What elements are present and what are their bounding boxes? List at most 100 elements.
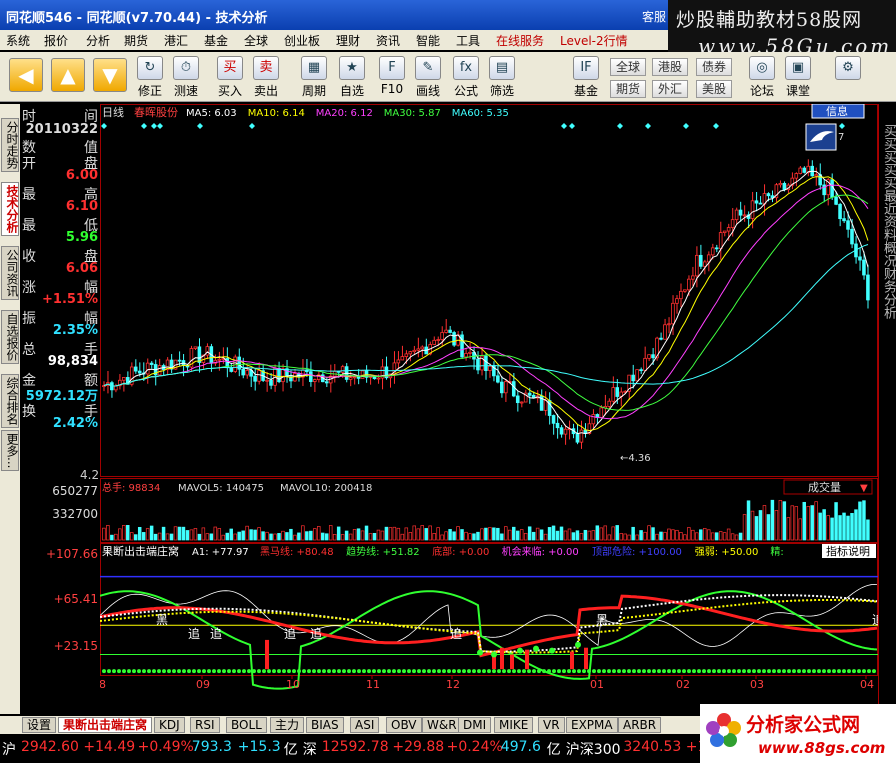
volume-selector-label[interactable]: 成交量	[808, 480, 841, 494]
bottom-dot	[647, 669, 651, 674]
toolbar-button-12[interactable]: ▣ 课堂	[780, 54, 816, 100]
right-strip[interactable]: 买买买买买最近资料概况财务分析	[878, 104, 896, 716]
toolbar-button-9[interactable]: ▤ 筛选	[484, 54, 520, 100]
bottom-dot	[532, 669, 536, 674]
side-tab-1[interactable]: 技术分析	[1, 182, 19, 236]
indicator-tab-4[interactable]: BOLL	[226, 717, 267, 733]
volume-bar	[579, 533, 584, 541]
market-button-4[interactable]: 外汇	[652, 80, 688, 98]
market-button-2[interactable]: 债券	[696, 58, 732, 76]
indicator-tab-10[interactable]: DMI	[458, 717, 492, 733]
toolbar-button-11[interactable]: ◎ 论坛	[744, 54, 780, 100]
bottom-dot	[317, 669, 321, 674]
menu-item-2[interactable]: 分析	[86, 32, 110, 49]
indicator-tab-1[interactable]: 果断出击端庄窝	[58, 717, 153, 733]
indicator-help-label[interactable]: 指标说明	[826, 544, 870, 558]
side-tab-2[interactable]: 公司资讯	[1, 246, 19, 300]
bottom-dot	[167, 669, 171, 674]
bottom-dot	[672, 669, 676, 674]
indicator-tab-2[interactable]: KDJ	[154, 717, 185, 733]
toolbar-button-label: 卖出	[253, 84, 278, 98]
indicator-item-5: 强弱: +50.00	[695, 546, 759, 558]
volume-bar	[687, 527, 691, 541]
bottom-dot	[632, 669, 636, 674]
indicator-tab-5[interactable]: 主力	[270, 717, 305, 733]
volume-bar	[197, 533, 202, 541]
toolbar-button-2[interactable]: 买买入	[212, 54, 248, 100]
candle-body	[734, 209, 739, 221]
side-tab-3[interactable]: 自选报价	[1, 310, 19, 364]
bottom-dot	[122, 669, 126, 674]
volume-mavol5: MAVOL5: 140475	[178, 483, 264, 494]
toolbar-button-10[interactable]: IF 基金	[568, 54, 604, 100]
side-tab-4[interactable]: 综合排名	[1, 374, 19, 428]
indicator-tab-14[interactable]: ARBR	[618, 717, 662, 733]
candle-body	[452, 332, 456, 346]
toolbar-button-0[interactable]: ↻ 修正	[132, 54, 168, 100]
candle-body	[444, 329, 448, 333]
toolbar-button-5[interactable]: ★ 自选	[334, 54, 370, 100]
info-button-label[interactable]: 信息	[826, 104, 848, 118]
chart-area[interactable]: 日线 春晖股份 MA5: 6.03 MA10: 6.14 MA20: 6.12 MA30:…	[92, 103, 884, 716]
indicator-tab-13[interactable]: EXPMA	[566, 717, 618, 733]
toolbar-button-6[interactable]: F F10	[374, 54, 410, 100]
volume-bar	[770, 499, 775, 541]
toolbar-button-7[interactable]: ✎ 画线	[410, 54, 446, 100]
indicator-tab-9[interactable]: W&R	[422, 717, 462, 733]
menu-item-12[interactable]: 在线服务	[496, 32, 544, 49]
side-tab-0[interactable]: 分时走势	[1, 118, 19, 172]
candle-body	[798, 167, 803, 174]
toolbar-button-3[interactable]: 卖卖出	[248, 54, 284, 100]
indicator-tab-11[interactable]: MIKE	[494, 717, 534, 733]
menu-item-13[interactable]: Level-2行情	[560, 32, 628, 49]
market-button-5[interactable]: 美股	[696, 80, 732, 98]
volume-bar	[372, 532, 377, 541]
indicator-tab-12[interactable]: VR	[538, 717, 565, 733]
bottom-dot	[247, 669, 251, 674]
menu-item-5[interactable]: 基金	[204, 32, 228, 49]
volume-bar	[794, 506, 799, 541]
volume-bar	[806, 506, 810, 541]
market-button-0[interactable]: 全球	[610, 58, 646, 76]
bottom-signal-bar	[510, 654, 514, 670]
bottom-dot	[377, 669, 381, 674]
status-item-0: 沪	[2, 742, 16, 758]
up-button[interactable]: ▲	[50, 54, 86, 100]
kefu-label[interactable]: 客服	[642, 8, 666, 25]
menu-item-9[interactable]: 资讯	[376, 32, 400, 49]
indicator-tab-8[interactable]: OBV	[386, 717, 422, 733]
market-button-1[interactable]: 港股	[652, 58, 688, 76]
menu-item-3[interactable]: 期货	[124, 32, 148, 49]
back-button[interactable]: ◀	[8, 54, 44, 100]
toolbar-button-1[interactable]: ⏱ 测速	[168, 54, 204, 100]
ma-label-4: MA60: 5.35	[452, 108, 509, 119]
candle-body	[754, 200, 759, 204]
indicator-tab-6[interactable]: BIAS	[306, 717, 344, 733]
toolbar-button-8[interactable]: fx 公式	[448, 54, 484, 100]
chart-svg[interactable]: 日线 春晖股份 MA5: 6.03 MA10: 6.14 MA20: 6.12 MA30:…	[92, 103, 884, 716]
market-button-3[interactable]: 期货	[610, 80, 646, 98]
indicator-tab-0[interactable]: 设置	[22, 717, 57, 733]
side-tab-5[interactable]: 更多...	[1, 430, 19, 472]
f10-icon: F	[379, 56, 405, 80]
menu-item-11[interactable]: 工具	[456, 32, 480, 49]
menu-item-8[interactable]: 理财	[336, 32, 360, 49]
volume-bar	[420, 525, 424, 541]
menu-item-4[interactable]: 港汇	[164, 32, 188, 49]
toolbar-button-label: 画线	[415, 84, 440, 98]
settings-button[interactable]: ⚙	[830, 54, 866, 100]
menu-item-7[interactable]: 创业板	[284, 32, 320, 49]
indicator-tab-3[interactable]: RSI	[190, 717, 220, 733]
menu-item-0[interactable]: 系统	[6, 32, 30, 49]
menu-item-10[interactable]: 智能	[416, 32, 440, 49]
indicator-tab-7[interactable]: ASI	[350, 717, 380, 733]
down-button[interactable]: ▼	[92, 54, 128, 100]
menu-item-6[interactable]: 全球	[244, 32, 268, 49]
bottom-dot	[602, 669, 606, 674]
volume-bar	[766, 514, 771, 541]
menu-item-1[interactable]: 报价	[44, 32, 68, 49]
volume-bar	[436, 527, 440, 541]
bottom-dot	[712, 669, 716, 674]
chevron-down-icon[interactable]: ▼	[860, 483, 868, 494]
toolbar-button-4[interactable]: ▦ 周期	[296, 54, 332, 100]
